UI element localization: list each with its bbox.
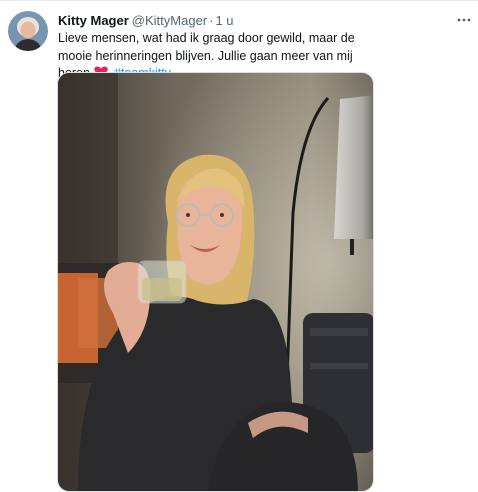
tweet-card[interactable]: Kitty Mager @KittyMager · 1 u Lieve mensen,… xyxy=(0,0,478,492)
author-name[interactable]: Kitty Mager xyxy=(58,13,129,28)
more-horizontal-icon[interactable] xyxy=(456,12,472,28)
timestamp[interactable]: 1 u xyxy=(215,13,233,28)
author-avatar[interactable] xyxy=(8,11,48,51)
divider xyxy=(0,0,478,1)
author-handle[interactable]: @KittyMager xyxy=(132,13,207,28)
tweet-photo[interactable] xyxy=(57,72,374,492)
separator-dot: · xyxy=(209,13,214,28)
tweet-header: Kitty Mager @KittyMager · 1 u xyxy=(58,12,234,30)
